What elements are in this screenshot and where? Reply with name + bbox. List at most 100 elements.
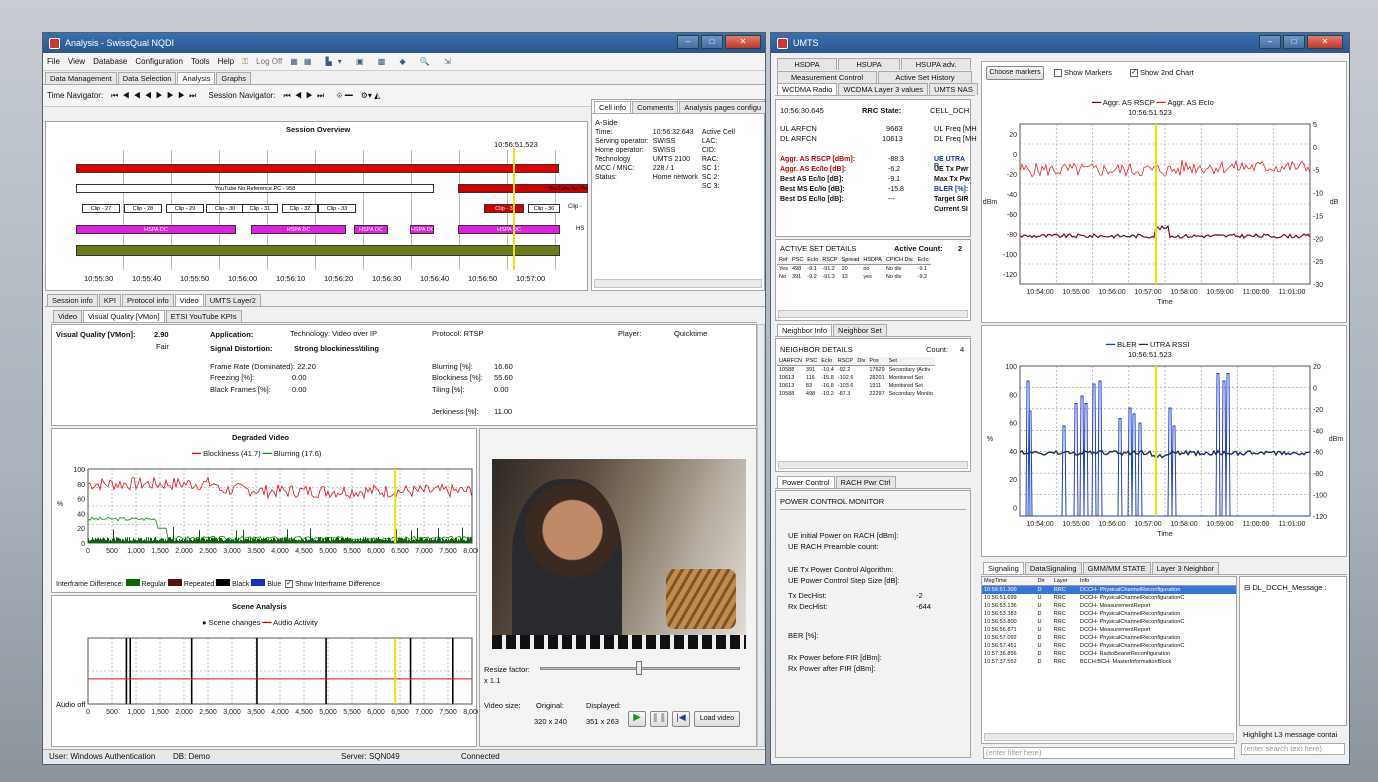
- tab-rach-pwr-ctrl[interactable]: RACH Pwr Ctrl: [835, 476, 896, 488]
- sync-icon[interactable]: ⟐ ━: [336, 91, 353, 101]
- column-header[interactable]: Pos: [867, 357, 887, 366]
- tab-data-selection[interactable]: Data Selection: [117, 72, 177, 84]
- play-button[interactable]: ▶: [628, 711, 646, 727]
- analysis-titlebar[interactable]: Analysis - SwissQual NQDI – □ ✕: [43, 33, 765, 53]
- tab-hsupa[interactable]: HSUPA: [838, 58, 900, 70]
- main-vscroll[interactable]: [757, 324, 765, 747]
- column-header[interactable]: PSC: [803, 357, 820, 366]
- active-set-row[interactable]: Yes 498 -9.1 -91.2 20 no No div -9.1: [777, 265, 931, 274]
- neighbor-scrollbar[interactable]: [778, 461, 968, 469]
- active-set-row[interactable]: No 391 -9.2 -91.3 13 yes No div -9.2: [777, 273, 931, 281]
- settings-icon[interactable]: ⚙▾ ◭: [361, 91, 381, 100]
- rewind-button[interactable]: |◀: [672, 711, 690, 727]
- tab-measurement-control[interactable]: Measurement Control: [777, 71, 877, 83]
- active-set-scrollbar[interactable]: [778, 310, 968, 318]
- column-header[interactable]: RSCP: [820, 256, 840, 265]
- tab-umts-nas[interactable]: UMTS NAS: [929, 83, 978, 95]
- neighbor-row[interactable]: 10613 116 -15.8 -102.6 28201 Monitored Set: [777, 374, 935, 382]
- tab-comments[interactable]: Comments: [632, 101, 679, 113]
- menu-view[interactable]: View: [68, 57, 85, 66]
- cell-info-row[interactable]: MCC / MNC: 228 / 1 SC 1:: [593, 164, 737, 173]
- logoff-button[interactable]: Log Off: [256, 57, 282, 66]
- search-input[interactable]: (enter search text here): [1241, 743, 1345, 755]
- tab-hsupa-adv[interactable]: HSUPA adv.: [901, 58, 971, 70]
- clip-segment[interactable]: Clip - 27: [82, 204, 120, 213]
- clip-segment[interactable]: Clip -: [568, 204, 582, 210]
- column-header[interactable]: EcIo: [915, 256, 931, 265]
- clip-segment[interactable]: Clip - 32: [282, 204, 318, 213]
- expand-icon[interactable]: ⊟: [1244, 583, 1250, 592]
- filter-input[interactable]: (enter filter here): [983, 747, 1235, 759]
- tab-umts-layer2[interactable]: UMTS Layer2: [204, 294, 261, 306]
- column-header[interactable]: Set: [886, 357, 935, 366]
- pause-button[interactable]: ❚❚: [650, 711, 668, 727]
- neighbor-row[interactable]: 10588 498 -10.2 -87.3 22297 Secondary Monito: [777, 390, 935, 398]
- hspa-segment[interactable]: HSPA DC: [251, 225, 346, 234]
- tab-layer3-neighbor[interactable]: Layer 3 Neighbor: [1151, 562, 1220, 574]
- show-2nd-chart-checkbox[interactable]: ✓: [1130, 69, 1138, 78]
- umts-titlebar[interactable]: UMTS – □ ✕: [771, 33, 1349, 53]
- red-track[interactable]: [76, 164, 559, 173]
- signaling-row[interactable]: 10:56:53.800 U RRC DCCH- PhysicalChannelRec…: [982, 618, 1236, 626]
- column-header[interactable]: Dir: [1035, 577, 1052, 586]
- load-video-button[interactable]: Load video: [694, 711, 740, 727]
- column-header[interactable]: PSC: [789, 256, 806, 265]
- column-header[interactable]: EcIo: [819, 357, 836, 366]
- signaling-row[interactable]: 10:56:53.136 U RRC DCCH- MeasurementReport: [982, 602, 1236, 610]
- time-nav-buttons[interactable]: ⏮◀◀◀▶▶▶⏭: [111, 91, 200, 101]
- olive-track[interactable]: [76, 245, 560, 256]
- umts-close-button[interactable]: ✕: [1307, 35, 1343, 49]
- tab-video-sub[interactable]: Video: [53, 310, 83, 322]
- cell-info-row[interactable]: Time: 10:56:32.643 Active Cell: [593, 128, 737, 137]
- tab-session-info[interactable]: Session info: [47, 294, 98, 306]
- tab-signaling[interactable]: Signaling: [983, 562, 1024, 574]
- neighbor-row[interactable]: 10613 83 -16.8 -103.6 1911 Monitored Set: [777, 382, 935, 390]
- tab-protocol-info[interactable]: Protocol info: [121, 294, 174, 306]
- signaling-row[interactable]: 10:57:37.552 D RRC BCCH:BCH- MasterInformat…: [982, 658, 1236, 666]
- umts-minimize-button[interactable]: –: [1259, 35, 1281, 49]
- youtube-track-2[interactable]: YouTube No Re: [458, 184, 588, 193]
- column-header[interactable]: CPICH Div.: [883, 256, 916, 265]
- column-header[interactable]: Ref: [777, 256, 790, 265]
- column-header[interactable]: UARFCN: [777, 357, 804, 366]
- tab-analysis[interactable]: Analysis: [177, 72, 216, 84]
- signaling-row[interactable]: 10:56:57.092 D RRC DCCH- PhysicalChannelRec…: [982, 634, 1236, 642]
- menu-configuration[interactable]: Configuration: [135, 57, 183, 66]
- column-header[interactable]: Info: [1077, 577, 1236, 586]
- maximize-button[interactable]: □: [701, 35, 723, 49]
- neighbor-row[interactable]: 10588 391 -10.4 -92.2 17629 Secondary (Activ: [777, 366, 935, 375]
- signaling-row[interactable]: 10:57:36.856 D RRC DCCH- RadioBearerReconfi…: [982, 650, 1236, 658]
- youtube-track[interactable]: YouTube No Reference PC - 958: [76, 184, 434, 193]
- hspa-segment[interactable]: HSPA DC: [458, 225, 560, 234]
- tab-data-management[interactable]: Data Management: [45, 72, 117, 84]
- choose-markers-button[interactable]: Choose markers: [986, 66, 1044, 80]
- tab-wcdma-radio[interactable]: WCDMA Radio: [777, 83, 838, 95]
- toolbar-icons[interactable]: ▦▦ ▙▾ ▣ ▩ ◆ 🔍 ⇲: [290, 57, 457, 66]
- close-button[interactable]: ✕: [725, 35, 761, 49]
- signaling-row[interactable]: 10:56:51.300 D RRC DCCH- PhysicalChannelRec…: [982, 585, 1236, 594]
- scene-chart[interactable]: 0 500 1,000 1,500 2,000 2,500 3,000 3,500 4,000 4…: [52, 628, 478, 748]
- cell-info-row[interactable]: Status: Home network SC 2:: [593, 173, 737, 182]
- tab-neighbor-info[interactable]: Neighbor Info: [777, 324, 833, 336]
- tab-wcdma-layer3[interactable]: WCDMA Layer 3 values: [838, 83, 929, 95]
- hspa-segment[interactable]: HSPA DC: [410, 225, 434, 234]
- tab-cell-info[interactable]: Cell info: [594, 101, 632, 113]
- tab-power-control[interactable]: Power Control: [777, 476, 835, 488]
- tab-etsi-kpis[interactable]: ETSI YouTube KPIs: [165, 310, 242, 322]
- tab-data-signaling[interactable]: DataSignaling: [1024, 562, 1082, 574]
- rscp-ecio-chart[interactable]: 20 0 -20 -40 -60 -80 -100 -120 5 0 -5 -10 -15 -20 -25 -…: [982, 118, 1348, 323]
- cell-info-scrollbar[interactable]: [594, 279, 762, 288]
- show-markers-checkbox[interactable]: [1054, 69, 1062, 78]
- clip-segment[interactable]: Clip - 31: [242, 204, 278, 213]
- time-cursor[interactable]: [513, 148, 515, 270]
- key-icon[interactable]: ⚿: [242, 57, 248, 67]
- menu-help[interactable]: Help: [218, 57, 234, 66]
- bler-rssi-chart[interactable]: 100 80 60 40 20 0 20 0 -20 -40 -60 -80 -100 -120% dBm 1…: [982, 360, 1348, 556]
- cell-info-row[interactable]: Home operator: SWISS CID:: [593, 146, 737, 155]
- menu-tools[interactable]: Tools: [191, 57, 210, 66]
- tab-video[interactable]: Video: [174, 294, 204, 306]
- clip-segment[interactable]: Clip - 33: [318, 204, 356, 213]
- column-header[interactable]: Div: [855, 357, 868, 366]
- clip-segment[interactable]: Clip - 28: [124, 204, 162, 213]
- session-nav-buttons[interactable]: ⏮◀▶⏭: [284, 91, 329, 101]
